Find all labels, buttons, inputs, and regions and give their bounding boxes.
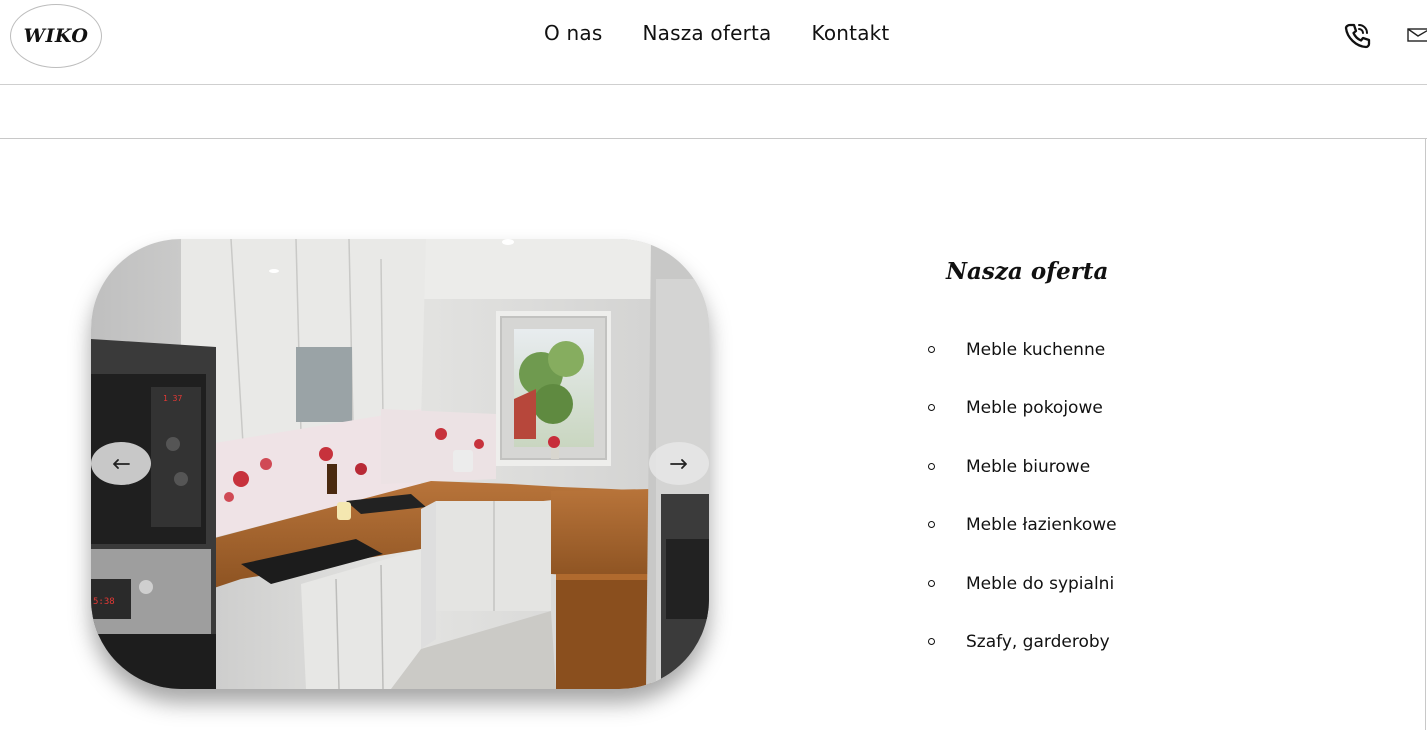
offer-title: Nasza oferta xyxy=(946,258,1109,285)
arrow-left-icon xyxy=(113,458,130,469)
slider-next-button[interactable] xyxy=(649,442,709,485)
image-slider: 1 37 5:38 xyxy=(91,239,709,689)
kitchen-photo: 1 37 5:38 xyxy=(91,239,709,689)
nav-link-o-nas[interactable]: O nas xyxy=(544,21,602,45)
site-header: WIKO O nas Nasza oferta Kontakt xyxy=(0,0,1427,85)
mail-icon[interactable] xyxy=(1406,26,1427,44)
section-border xyxy=(1425,138,1426,730)
nav-link-nasza-oferta[interactable]: Nasza oferta xyxy=(642,21,771,45)
logo[interactable]: WIKO xyxy=(10,4,102,68)
svg-text:5:38: 5:38 xyxy=(93,597,115,607)
offer-item: Meble kuchenne xyxy=(926,338,1117,396)
bullet-icon xyxy=(928,346,935,353)
bullet-icon xyxy=(928,404,935,412)
offer-item-label: Meble pokojowe xyxy=(966,398,1103,419)
bullet-icon xyxy=(928,462,935,470)
offer-item-label: Meble do sypialni xyxy=(966,573,1115,594)
offer-item-label: Meble łazienkowe xyxy=(966,515,1117,536)
offer-item: Meble biurowe xyxy=(926,455,1117,513)
offer-item-label: Meble biurowe xyxy=(966,456,1091,477)
offer-list: Meble kuchenne Meble pokojowe Meble biur… xyxy=(926,338,1117,688)
bullet-icon xyxy=(928,637,935,645)
svg-text:1 37: 1 37 xyxy=(163,394,182,403)
offer-item: Szafy, garderoby xyxy=(926,630,1117,688)
arrow-right-icon xyxy=(670,458,687,469)
bullet-icon xyxy=(928,521,935,529)
phone-icon[interactable] xyxy=(1343,21,1371,49)
bullet-icon xyxy=(928,579,935,587)
offer-item-label: Szafy, garderoby xyxy=(966,631,1110,652)
offer-item: Meble do sypialni xyxy=(926,572,1117,630)
offer-item-label: Meble kuchenne xyxy=(966,340,1106,360)
offer-item: Meble pokojowe xyxy=(926,396,1117,454)
section-divider xyxy=(0,138,1427,139)
offer-item: Meble łazienkowe xyxy=(926,513,1117,571)
nav-link-kontakt[interactable]: Kontakt xyxy=(812,21,890,45)
main-nav: O nas Nasza oferta Kontakt xyxy=(544,21,889,45)
slider-prev-button[interactable] xyxy=(91,442,151,485)
